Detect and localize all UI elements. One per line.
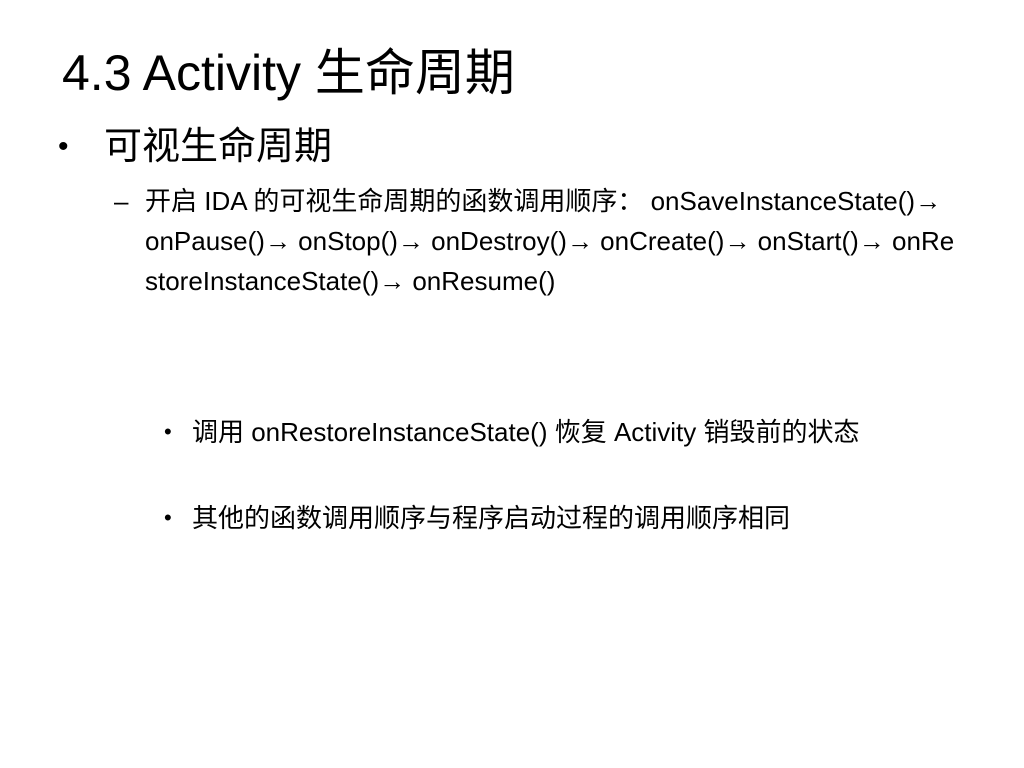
- bullet-level3-item: • 其他的函数调用顺序与程序启动过程的调用顺序相同: [164, 499, 964, 537]
- bullet-level2-text: 开启 IDA 的可视生命周期的函数调用顺序： onSaveInstanceSta…: [145, 186, 955, 296]
- slide: 4.3 Activity 生命周期 • 可视生命周期 – 开启 IDA 的可视生…: [0, 0, 1024, 768]
- bullet-marker: •: [58, 130, 69, 163]
- dash-marker: –: [114, 186, 129, 216]
- bullet-marker: •: [164, 419, 172, 444]
- bullet-level1: • 可视生命周期: [58, 122, 958, 172]
- bullet-level1-text: 可视生命周期: [104, 126, 333, 168]
- bullet-level3-text: 其他的函数调用顺序与程序启动过程的调用顺序相同: [192, 503, 791, 533]
- slide-title: 4.3 Activity 生命周期: [62, 45, 515, 101]
- bullet-level3-item: • 调用 onRestoreInstanceState() 恢复 Activit…: [164, 413, 964, 451]
- bullet-level3-text: 调用 onRestoreInstanceState() 恢复 Activity …: [192, 417, 860, 447]
- bullet-level2: – 开启 IDA 的可视生命周期的函数调用顺序： onSaveInstanceS…: [114, 181, 964, 301]
- bullet-marker: •: [164, 505, 172, 530]
